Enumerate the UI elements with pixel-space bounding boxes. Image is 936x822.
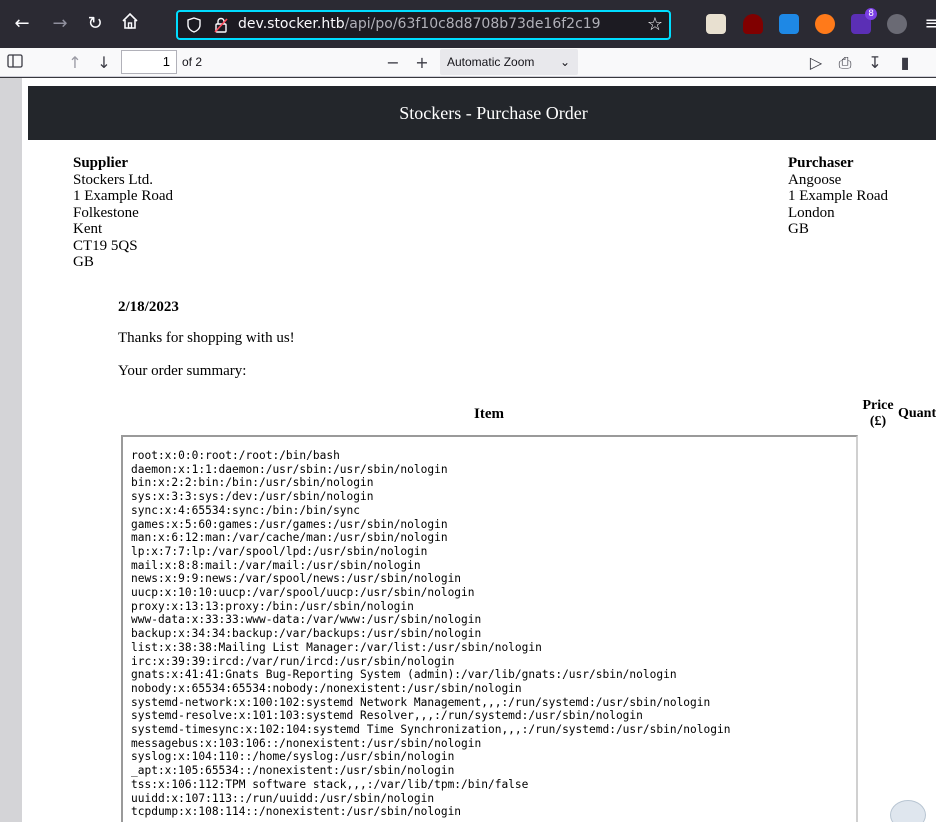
cookie-editor-icon[interactable] — [887, 14, 907, 34]
item-column-header: Item — [474, 406, 504, 422]
page-number-input[interactable]: 1 — [121, 50, 177, 74]
foxyproxy-extension-icon[interactable] — [706, 14, 726, 34]
purchaser-heading: Purchaser — [788, 155, 854, 171]
quantity-column-header: Quant — [898, 406, 936, 421]
home-icon[interactable] — [118, 12, 142, 36]
dark-reader-extension-icon[interactable]: 8 — [851, 8, 877, 34]
price-column-header: Price (£) — [860, 398, 896, 430]
thanks-message: Thanks for shopping with us! — [118, 330, 295, 346]
purchaser-line: 1 Example Road — [788, 188, 888, 204]
supplier-line: CT19 5QS — [73, 237, 138, 254]
address-bar[interactable]: dev.stocker.htb/api/po/63f10c8d8708b73de… — [176, 10, 671, 40]
purchaser-line: London — [788, 204, 835, 221]
url-text[interactable]: dev.stocker.htb/api/po/63f10c8d8708b73de… — [238, 16, 601, 32]
document-title-banner: Stockers - Purchase Order — [28, 86, 936, 140]
supplier-heading: Supplier — [73, 155, 129, 171]
item-content-text: root:x:0:0:root:/root:/bin/bash daemon:x… — [131, 449, 731, 819]
tracking-shield-icon[interactable] — [186, 17, 202, 33]
hamburger-menu-icon[interactable]: ≡ — [920, 12, 936, 36]
forward-arrow-icon[interactable]: → — [48, 12, 72, 36]
supplier-line: Stockers Ltd. — [73, 171, 153, 188]
supplier-line: 1 Example Road — [73, 188, 173, 204]
zoom-in-icon[interactable]: + — [411, 52, 433, 74]
bookmark-star-icon[interactable]: ☆ — [647, 14, 663, 35]
reload-icon[interactable]: ↻ — [83, 12, 107, 36]
clipboard-icon[interactable] — [890, 800, 926, 822]
purchaser-block: Purchaser Angoose 1 Example Road London … — [788, 155, 888, 238]
ublock-origin-icon[interactable] — [743, 14, 763, 34]
back-arrow-icon[interactable]: ← — [10, 12, 34, 36]
purchaser-line: GB — [788, 221, 809, 237]
price-header-line1: Price — [862, 398, 894, 413]
print-icon[interactable]: ⎙ — [834, 52, 856, 74]
previous-page-icon[interactable]: ↑ — [64, 52, 86, 74]
supplier-block: Supplier Stockers Ltd. 1 Example Road Fo… — [73, 155, 173, 271]
order-date: 2/18/2023 — [118, 299, 179, 315]
next-page-icon[interactable]: ↓ — [93, 52, 115, 74]
insecure-lock-icon[interactable] — [212, 16, 230, 34]
supplier-line: GB — [73, 254, 94, 270]
bookmark-icon[interactable]: ▮ — [894, 52, 916, 74]
order-summary-intro: Your order summary: — [118, 363, 247, 379]
zoom-out-icon[interactable]: − — [382, 52, 404, 74]
purchaser-line: Angoose — [788, 171, 842, 188]
price-header-line2: (£) — [869, 414, 887, 429]
extension-badge: 8 — [865, 8, 877, 20]
zoom-value: Automatic Zoom — [447, 55, 535, 69]
supplier-line: Kent — [73, 221, 103, 237]
wappalyzer-extension-icon[interactable] — [815, 14, 835, 34]
browser-toolbar: ← → ↻ dev.stocker.htb/api/po/63f10c8d870… — [0, 0, 936, 48]
document-title: Stockers - Purchase Order — [399, 103, 588, 123]
url-host: dev.stocker.htb — [238, 16, 345, 32]
page-count: of 2 — [182, 55, 203, 69]
chevron-down-icon: ⌄ — [559, 55, 570, 69]
zoom-select[interactable]: Automatic Zoom ⌄ — [440, 49, 578, 75]
url-path: /api/po/63f10c8d8708b73de16f2c19 — [344, 16, 601, 32]
item-content-frame: root:x:0:0:root:/root:/bin/bash daemon:x… — [121, 435, 858, 822]
s-extension-icon[interactable] — [779, 14, 799, 34]
presentation-mode-icon[interactable]: ▷ — [805, 52, 827, 74]
sidebar-toggle-icon[interactable] — [4, 52, 26, 74]
supplier-line: Folkestone — [73, 204, 139, 221]
save-icon[interactable]: ↧ — [864, 52, 886, 74]
